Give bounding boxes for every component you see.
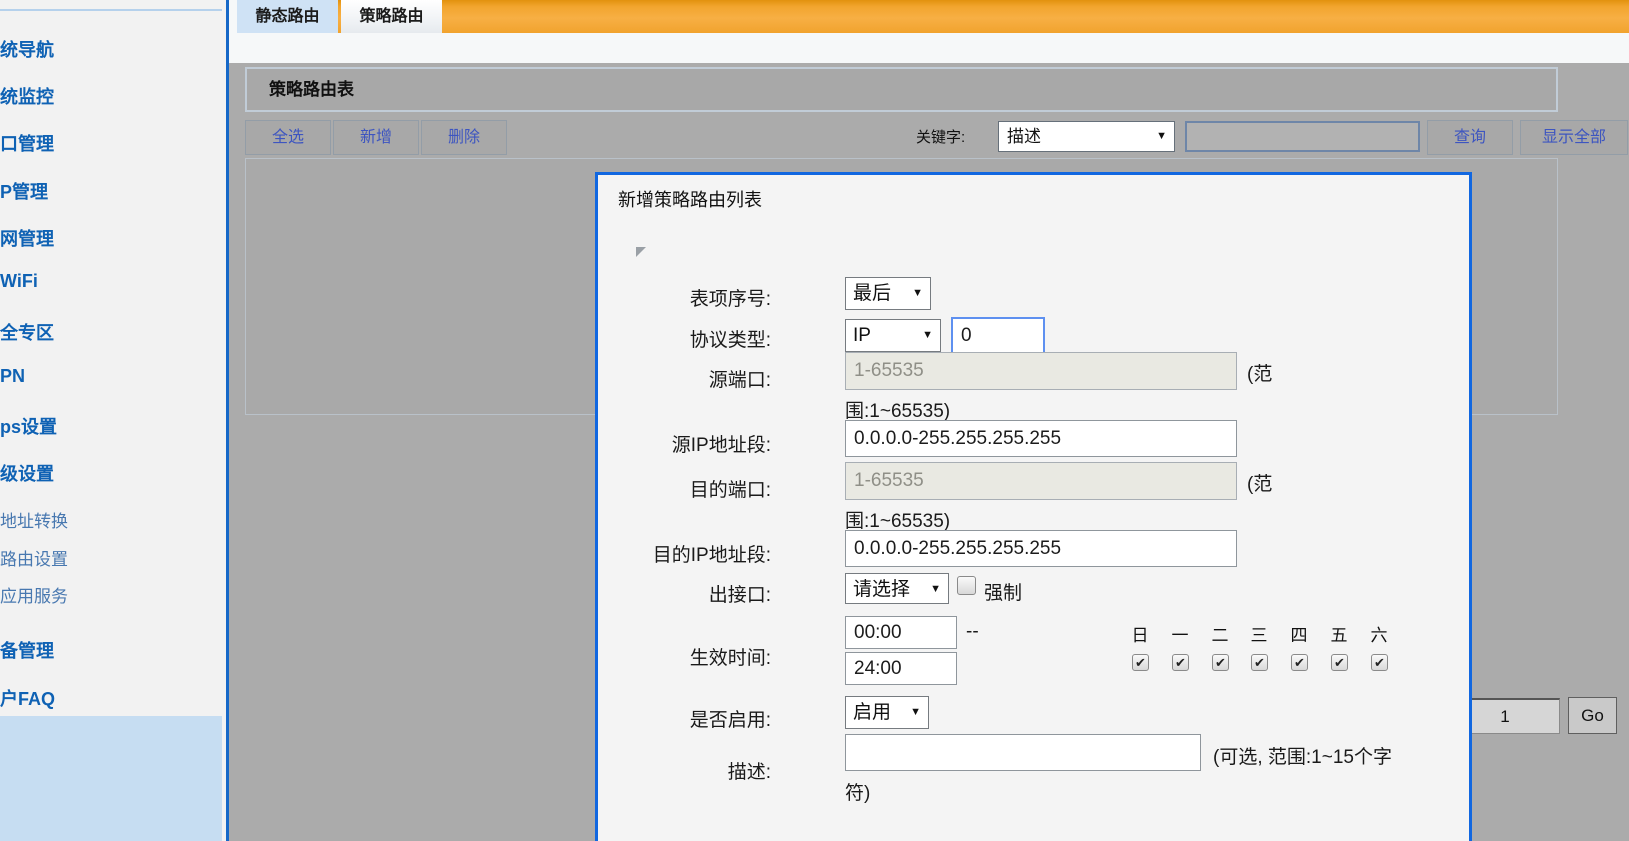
force-label: 强制 bbox=[984, 583, 1023, 604]
dst-ip-label: 目的IP地址段: bbox=[652, 545, 771, 566]
keyword-select[interactable]: 描述 ▼ bbox=[998, 121, 1175, 152]
sidebar-item-app-service[interactable]: 应用服务 bbox=[0, 582, 222, 607]
protocol-number-input[interactable] bbox=[951, 317, 1045, 354]
sidebar-item-route-settings[interactable]: 路由设置 bbox=[0, 545, 222, 570]
description-label: 描述: bbox=[727, 762, 771, 783]
day-label-thu: 四 bbox=[1290, 626, 1308, 645]
sidebar-divider bbox=[0, 9, 222, 11]
day-label-mon: 一 bbox=[1171, 626, 1189, 645]
time-label: 生效时间: bbox=[689, 648, 771, 669]
panel-title: 策略路由表 bbox=[245, 67, 1558, 112]
sidebar-item-nat[interactable]: 地址转换 bbox=[0, 507, 222, 532]
dst-port-input[interactable] bbox=[845, 462, 1237, 500]
chevron-down-icon: ▼ bbox=[910, 706, 921, 718]
day-checkbox-tue[interactable]: ✔ bbox=[1212, 654, 1229, 671]
sidebar-item-user-faq[interactable]: 户FAQ bbox=[0, 685, 222, 711]
dst-ip-input[interactable] bbox=[845, 530, 1237, 567]
dst-port-label: 目的端口: bbox=[689, 480, 771, 501]
enabled-label: 是否启用: bbox=[689, 710, 771, 731]
sidebar-highlight-block bbox=[0, 716, 222, 841]
out-iface-value: 请选择 bbox=[853, 579, 911, 600]
check-icon: ✔ bbox=[1334, 655, 1345, 670]
entry-index-label: 表项序号: bbox=[689, 289, 771, 310]
src-port-label: 源端口: bbox=[708, 370, 771, 391]
sidebar-item-advanced[interactable]: 级设置 bbox=[0, 460, 222, 486]
check-icon: ✔ bbox=[1215, 655, 1226, 670]
time-separator: -- bbox=[966, 621, 979, 642]
show-all-button[interactable]: 显示全部 bbox=[1520, 120, 1628, 155]
dst-port-note-right: (范 bbox=[1247, 474, 1273, 495]
query-button[interactable]: 查询 bbox=[1427, 120, 1513, 155]
day-label-sat: 六 bbox=[1370, 626, 1388, 645]
src-ip-input[interactable] bbox=[845, 420, 1237, 457]
src-port-note-right: (范 bbox=[1247, 364, 1273, 385]
sidebar-item-device-mgmt[interactable]: 备管理 bbox=[0, 637, 222, 663]
sidebar-item-system-nav[interactable]: 统导航 bbox=[0, 36, 222, 62]
check-icon: ✔ bbox=[1254, 655, 1265, 670]
sidebar-item-wifi[interactable]: WiFi bbox=[0, 271, 222, 292]
entry-index-select[interactable]: 最后 ▼ bbox=[845, 277, 931, 310]
enabled-select[interactable]: 启用 ▼ bbox=[845, 696, 929, 729]
out-iface-select[interactable]: 请选择 ▼ bbox=[845, 573, 949, 604]
protocol-value: IP bbox=[853, 325, 871, 346]
src-port-input[interactable] bbox=[845, 352, 1237, 390]
protocol-select[interactable]: IP ▼ bbox=[845, 319, 941, 352]
entry-index-value: 最后 bbox=[853, 283, 892, 304]
go-button[interactable]: Go bbox=[1568, 697, 1617, 734]
sidebar-item-ip-mgmt[interactable]: P管理 bbox=[0, 178, 222, 204]
day-label-sun: 日 bbox=[1131, 626, 1149, 645]
search-input[interactable] bbox=[1185, 121, 1420, 152]
day-checkbox-thu[interactable]: ✔ bbox=[1291, 654, 1308, 671]
day-label-fri: 五 bbox=[1330, 626, 1348, 645]
dialog-title: 新增策略路由列表 bbox=[618, 190, 762, 210]
chevron-down-icon: ▼ bbox=[930, 583, 941, 595]
add-policy-route-dialog: 新增策略路由列表 表项序号: 最后 ▼ 协议类型: IP ▼ 源端口: (范 围… bbox=[595, 172, 1472, 841]
keyword-select-value: 描述 bbox=[1007, 127, 1041, 146]
src-ip-label: 源IP地址段: bbox=[671, 435, 771, 456]
check-icon: ✔ bbox=[1294, 655, 1305, 670]
description-note-wrap: 符) bbox=[845, 783, 871, 804]
day-checkbox-sat[interactable]: ✔ bbox=[1371, 654, 1388, 671]
day-checkbox-wed[interactable]: ✔ bbox=[1251, 654, 1268, 671]
description-note-right: (可选, 范围:1~15个字 bbox=[1213, 747, 1392, 768]
sidebar-item-qos[interactable]: ps设置 bbox=[0, 413, 222, 439]
out-iface-label: 出接口: bbox=[708, 585, 771, 606]
dst-port-note-wrap: 围:1~65535) bbox=[845, 511, 951, 532]
tab-gap bbox=[229, 0, 237, 33]
keyword-label: 关键字: bbox=[916, 129, 966, 146]
content-top-strip bbox=[229, 33, 1629, 63]
resize-handle-icon bbox=[636, 247, 646, 257]
time-end-input[interactable] bbox=[845, 652, 957, 685]
sidebar: 统导航 统监控 口管理 P管理 网管理 WiFi 全专区 PN ps设置 级设置… bbox=[0, 0, 229, 841]
tab-policy-route[interactable]: 策略路由 bbox=[341, 0, 442, 33]
add-button[interactable]: 新增 bbox=[333, 120, 419, 155]
time-start-input[interactable] bbox=[845, 616, 957, 649]
chevron-down-icon: ▼ bbox=[912, 287, 923, 299]
day-label-tue: 二 bbox=[1211, 626, 1229, 645]
protocol-label: 协议类型: bbox=[689, 330, 771, 351]
check-icon: ✔ bbox=[1175, 655, 1186, 670]
check-icon: ✔ bbox=[1374, 655, 1385, 670]
force-checkbox[interactable] bbox=[957, 576, 976, 595]
src-port-note-wrap: 围:1~65535) bbox=[845, 401, 951, 422]
day-checkbox-sun[interactable]: ✔ bbox=[1132, 654, 1149, 671]
sidebar-item-security-zone[interactable]: 全专区 bbox=[0, 319, 222, 345]
day-checkbox-fri[interactable]: ✔ bbox=[1331, 654, 1348, 671]
sidebar-item-vpn[interactable]: PN bbox=[0, 366, 222, 387]
enabled-value: 启用 bbox=[853, 702, 892, 723]
day-label-wed: 三 bbox=[1250, 626, 1268, 645]
select-all-button[interactable]: 全选 bbox=[245, 120, 331, 155]
sidebar-item-system-monitor[interactable]: 统监控 bbox=[0, 83, 222, 109]
sidebar-item-port-mgmt[interactable]: 口管理 bbox=[0, 130, 222, 156]
day-checkbox-mon[interactable]: ✔ bbox=[1172, 654, 1189, 671]
check-icon: ✔ bbox=[1135, 655, 1146, 670]
delete-button[interactable]: 删除 bbox=[421, 120, 507, 155]
tab-static-route[interactable]: 静态路由 bbox=[237, 0, 338, 33]
chevron-down-icon: ▼ bbox=[922, 329, 933, 341]
description-input[interactable] bbox=[845, 734, 1201, 771]
chevron-down-icon: ▼ bbox=[1156, 130, 1167, 142]
screen: 统导航 统监控 口管理 P管理 网管理 WiFi 全专区 PN ps设置 级设置… bbox=[0, 0, 1629, 841]
sidebar-item-net-mgmt[interactable]: 网管理 bbox=[0, 225, 222, 251]
